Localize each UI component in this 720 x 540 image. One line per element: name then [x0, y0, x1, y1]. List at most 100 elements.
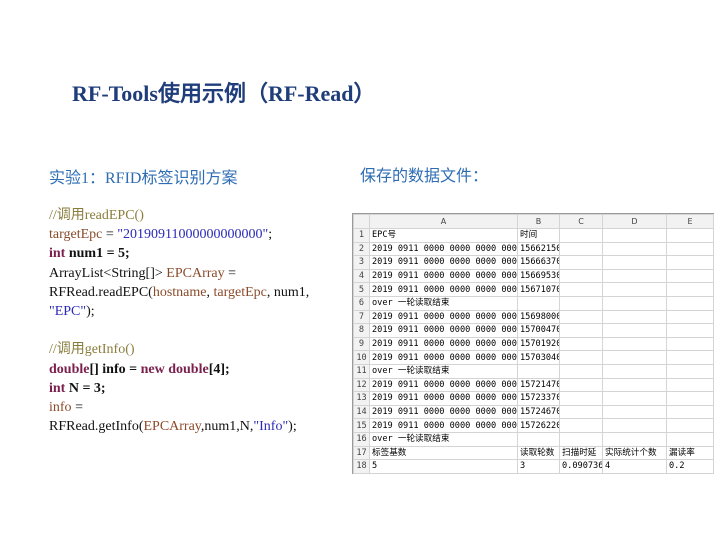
cell-e[interactable] — [666, 282, 714, 297]
row-number-cell[interactable]: 9 — [353, 336, 370, 352]
cell-e[interactable] — [666, 268, 714, 284]
cell-c[interactable]: 扫描时延 — [559, 445, 603, 461]
cell-b[interactable]: 读取轮数 — [517, 445, 560, 461]
cell-d[interactable] — [602, 268, 667, 284]
cell-e[interactable] — [666, 309, 714, 325]
cell-b[interactable] — [517, 295, 560, 311]
cell-d[interactable] — [602, 309, 667, 325]
row-number-cell[interactable]: 6 — [353, 295, 370, 311]
row-number-cell[interactable]: 1 — [353, 228, 370, 243]
cell-a[interactable]: 2019 0911 0000 0000 0000 0001 — [369, 404, 518, 420]
cell-a[interactable]: 2019 0911 0000 0000 0000 0001 — [369, 255, 518, 270]
row-number-cell[interactable]: 11 — [353, 363, 370, 379]
cell-b[interactable]: 15700470 — [517, 323, 560, 338]
row-number-cell[interactable]: 17 — [353, 445, 370, 461]
cell-a[interactable]: 2019 0911 0000 0000 0000 0003 — [369, 336, 518, 352]
cell-d[interactable] — [602, 431, 667, 447]
cell-c[interactable] — [559, 336, 603, 352]
cell-a[interactable]: over 一轮读取结束 — [369, 295, 518, 311]
cell-d[interactable] — [602, 418, 667, 433]
column-header-c[interactable]: C — [559, 214, 603, 229]
row-number-cell[interactable]: 15 — [353, 418, 370, 433]
cell-c[interactable] — [559, 377, 603, 393]
cell-c[interactable] — [559, 309, 603, 325]
cell-d[interactable] — [602, 255, 667, 270]
cell-e[interactable] — [666, 228, 714, 243]
cell-e[interactable] — [666, 377, 714, 393]
cell-e[interactable] — [666, 418, 714, 433]
cell-a[interactable]: 5 — [369, 459, 518, 474]
cell-c[interactable] — [559, 323, 603, 338]
cell-e[interactable] — [666, 391, 714, 406]
row-number-cell[interactable]: 7 — [353, 309, 370, 325]
corner-cell[interactable] — [353, 214, 370, 229]
cell-d[interactable] — [602, 391, 667, 406]
cell-b[interactable]: 15666370 — [517, 255, 560, 270]
cell-d[interactable] — [602, 377, 667, 393]
cell-b[interactable]: 15724670 — [517, 404, 560, 420]
cell-c[interactable] — [559, 282, 603, 297]
cell-c[interactable] — [559, 295, 603, 311]
cell-e[interactable] — [666, 323, 714, 338]
column-header-d[interactable]: D — [602, 214, 667, 229]
cell-d[interactable]: 4 — [602, 459, 667, 474]
cell-c[interactable] — [559, 418, 603, 433]
cell-a[interactable]: 标签基数 — [369, 445, 518, 461]
cell-d[interactable] — [602, 295, 667, 311]
cell-c[interactable] — [559, 363, 603, 379]
cell-d[interactable] — [602, 350, 667, 365]
cell-c[interactable] — [559, 228, 603, 243]
cell-d[interactable] — [602, 228, 667, 243]
cell-b[interactable]: 15669530 — [517, 268, 560, 284]
cell-a[interactable]: 2019 0911 0000 0000 0000 0004 — [369, 268, 518, 284]
cell-b[interactable]: 15662150 — [517, 241, 560, 257]
cell-d[interactable] — [602, 336, 667, 352]
cell-e[interactable]: 漏读率 — [666, 445, 714, 461]
cell-d[interactable] — [602, 404, 667, 420]
cell-b[interactable] — [517, 363, 560, 379]
row-number-cell[interactable]: 18 — [353, 459, 370, 474]
row-number-cell[interactable]: 14 — [353, 404, 370, 420]
cell-b[interactable]: 15726220 — [517, 418, 560, 433]
cell-a[interactable]: 2019 0911 0000 0000 0000 0004 — [369, 323, 518, 338]
column-header-a[interactable]: A — [369, 214, 518, 229]
cell-e[interactable] — [666, 363, 714, 379]
cell-a[interactable]: 2019 0911 0000 0000 0000 0002 — [369, 309, 518, 325]
cell-b[interactable]: 15703040 — [517, 350, 560, 365]
cell-c[interactable] — [559, 391, 603, 406]
cell-a[interactable]: over 一轮读取结束 — [369, 363, 518, 379]
row-number-cell[interactable]: 4 — [353, 268, 370, 284]
cell-c[interactable] — [559, 404, 603, 420]
cell-e[interactable] — [666, 336, 714, 352]
cell-c[interactable] — [559, 268, 603, 284]
cell-b[interactable]: 15671070 — [517, 282, 560, 297]
cell-a[interactable]: 2019 0911 0000 0000 0000 0003 — [369, 241, 518, 257]
row-number-cell[interactable]: 2 — [353, 241, 370, 257]
column-header-e[interactable]: E — [666, 214, 714, 229]
cell-b[interactable]: 15721470 — [517, 377, 560, 393]
cell-b[interactable] — [517, 431, 560, 447]
row-number-cell[interactable]: 5 — [353, 282, 370, 297]
cell-b[interactable]: 15723370 — [517, 391, 560, 406]
cell-e[interactable] — [666, 255, 714, 270]
row-number-cell[interactable]: 8 — [353, 323, 370, 338]
cell-c[interactable] — [559, 241, 603, 257]
cell-c[interactable] — [559, 255, 603, 270]
cell-d[interactable] — [602, 323, 667, 338]
row-number-cell[interactable]: 13 — [353, 391, 370, 406]
cell-e[interactable] — [666, 350, 714, 365]
cell-b[interactable]: 15698000 — [517, 309, 560, 325]
cell-a[interactable]: 2019 0911 0000 0000 0000 0003 — [369, 377, 518, 393]
cell-e[interactable] — [666, 404, 714, 420]
row-number-cell[interactable]: 16 — [353, 431, 370, 447]
row-number-cell[interactable]: 3 — [353, 255, 370, 270]
cell-c[interactable]: 0.090736 — [559, 459, 603, 474]
cell-b[interactable]: 3 — [517, 459, 560, 474]
cell-a[interactable]: 2019 0911 0000 0000 0000 0002 — [369, 391, 518, 406]
cell-c[interactable] — [559, 350, 603, 365]
cell-b[interactable]: 时间 — [517, 228, 560, 243]
column-header-b[interactable]: B — [517, 214, 560, 229]
cell-c[interactable] — [559, 431, 603, 447]
row-number-cell[interactable]: 12 — [353, 377, 370, 393]
cell-d[interactable] — [602, 241, 667, 257]
